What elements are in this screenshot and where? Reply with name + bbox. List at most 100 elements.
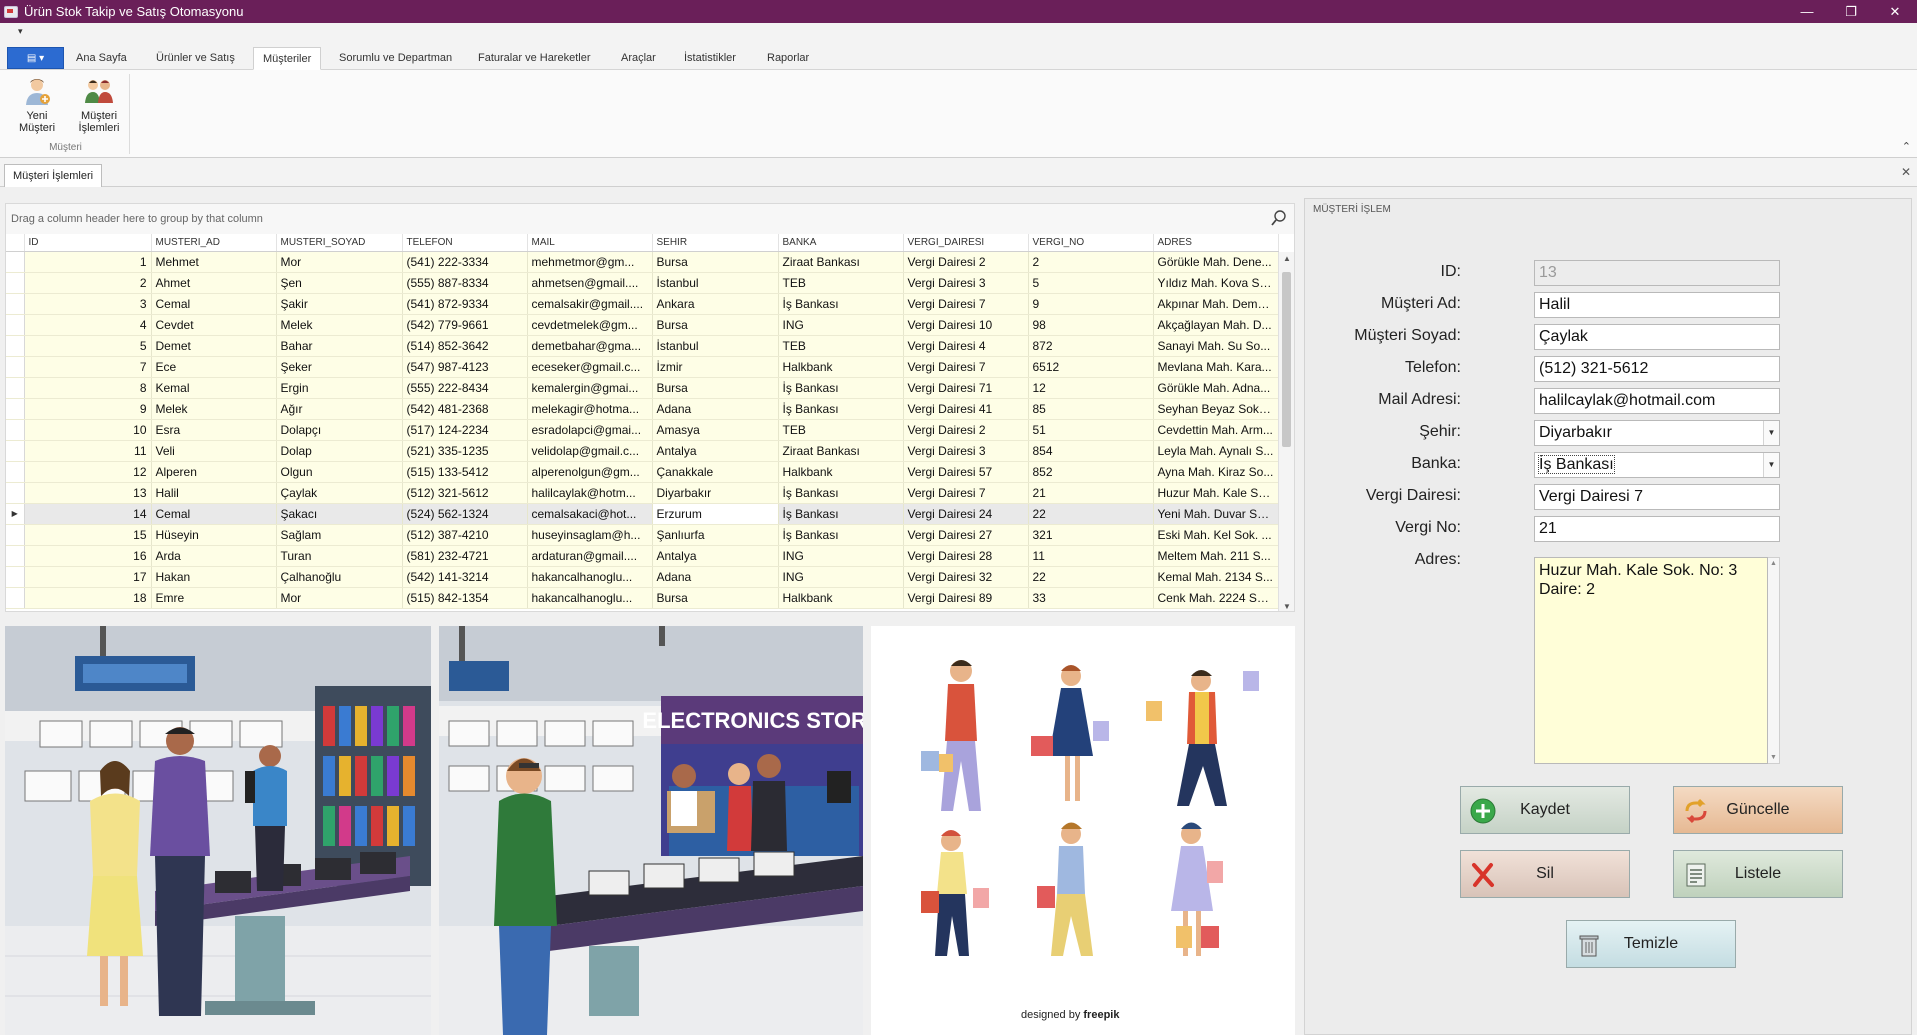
row-indicator[interactable]: [6, 377, 25, 399]
cell-telefon[interactable]: (542) 141-3214: [402, 566, 528, 588]
row-indicator[interactable]: [6, 314, 25, 336]
table-row[interactable]: ▶ 14 Cemal Şakacı (524) 562-1324 cemalsakaci@…: [6, 503, 1279, 525]
cell-adres[interactable]: Sanayi Mah. Su So...: [1153, 335, 1279, 357]
telefon-field[interactable]: (512) 321-5612: [1534, 356, 1780, 382]
cell-adres[interactable]: Leyla Mah. Aynalı S...: [1153, 440, 1279, 462]
cell-vergi-no[interactable]: 9: [1028, 293, 1154, 315]
cell-vergi-no[interactable]: 854: [1028, 440, 1154, 462]
cell-adres[interactable]: Meltem Mah. 211 S...: [1153, 545, 1279, 567]
ribbon-collapse-icon[interactable]: ⌃: [1902, 140, 1911, 153]
cell-sehir[interactable]: İstanbul: [652, 272, 779, 294]
cell-sehir[interactable]: Şanlıurfa: [652, 524, 779, 546]
cell-mail[interactable]: alperenolgun@gm...: [527, 461, 653, 483]
cell-vergi-dairesi[interactable]: Vergi Dairesi 4: [903, 335, 1029, 357]
tab-araclar[interactable]: Araçlar: [612, 47, 665, 70]
cell-mail[interactable]: cevdetmelek@gm...: [527, 314, 653, 336]
cell-musteri-soyad[interactable]: Şakacı: [276, 503, 403, 525]
cell-id[interactable]: 12: [24, 461, 152, 483]
cell-adres[interactable]: Cenk Mah. 2224 So...: [1153, 587, 1279, 609]
cell-musteri-ad[interactable]: Alperen: [151, 461, 277, 483]
cell-musteri-ad[interactable]: Melek: [151, 398, 277, 420]
tab-ana-sayfa[interactable]: Ana Sayfa: [67, 47, 136, 70]
row-indicator[interactable]: [6, 272, 25, 294]
table-row[interactable]: 15 Hüseyin Sağlam (512) 387-4210 huseyinsagl…: [6, 524, 1279, 546]
cell-banka[interactable]: TEB: [778, 335, 904, 357]
grid-vertical-scrollbar[interactable]: ▲ ▼: [1278, 252, 1294, 611]
column-header-telefon[interactable]: TELEFON: [402, 234, 528, 252]
cell-telefon[interactable]: (514) 852-3642: [402, 335, 528, 357]
cell-mail[interactable]: halilcaylak@hotm...: [527, 482, 653, 504]
cell-telefon[interactable]: (581) 232-4721: [402, 545, 528, 567]
row-indicator[interactable]: [6, 293, 25, 315]
sil-button[interactable]: Sil: [1460, 850, 1630, 898]
cell-banka[interactable]: İş Bankası: [778, 293, 904, 315]
cell-adres[interactable]: Yıldız Mah. Kova So...: [1153, 272, 1279, 294]
cell-sehir[interactable]: İstanbul: [652, 335, 779, 357]
table-row[interactable]: 16 Arda Turan (581) 232-4721 ardaturan@gmail…: [6, 545, 1279, 567]
cell-sehir[interactable]: Ankara: [652, 293, 779, 315]
cell-musteri-ad[interactable]: Ece: [151, 356, 277, 378]
cell-id[interactable]: 18: [24, 587, 152, 609]
cell-vergi-no[interactable]: 2: [1028, 251, 1154, 273]
cell-id[interactable]: 9: [24, 398, 152, 420]
row-indicator[interactable]: [6, 461, 25, 483]
cell-banka[interactable]: TEB: [778, 419, 904, 441]
cell-musteri-ad[interactable]: Ahmet: [151, 272, 277, 294]
cell-id[interactable]: 13: [24, 482, 152, 504]
cell-banka[interactable]: İş Bankası: [778, 377, 904, 399]
musteri-ad-field[interactable]: Halil: [1534, 292, 1780, 318]
row-indicator[interactable]: [6, 398, 25, 420]
cell-mail[interactable]: mehmetmor@gm...: [527, 251, 653, 273]
cell-adres[interactable]: Mevlana Mah. Kara...: [1153, 356, 1279, 378]
row-indicator[interactable]: [6, 356, 25, 378]
cell-telefon[interactable]: (541) 872-9334: [402, 293, 528, 315]
row-indicator[interactable]: ▶: [6, 503, 25, 525]
cell-telefon[interactable]: (542) 779-9661: [402, 314, 528, 336]
banka-dropdown-arrow-icon[interactable]: ▼: [1763, 453, 1779, 477]
cell-banka[interactable]: İş Bankası: [778, 524, 904, 546]
cell-banka[interactable]: Ziraat Bankası: [778, 440, 904, 462]
minimize-icon[interactable]: —: [1785, 0, 1829, 23]
new-customer-button[interactable]: Yeni Müşteri: [7, 76, 67, 134]
cell-musteri-soyad[interactable]: Ergin: [276, 377, 403, 399]
column-header-vergi-dairesi[interactable]: VERGI_DAIRESI: [903, 234, 1029, 252]
cell-vergi-no[interactable]: 321: [1028, 524, 1154, 546]
cell-musteri-soyad[interactable]: Melek: [276, 314, 403, 336]
cell-vergi-no[interactable]: 6512: [1028, 356, 1154, 378]
cell-telefon[interactable]: (555) 222-8434: [402, 377, 528, 399]
cell-mail[interactable]: hakancalhanoglu...: [527, 566, 653, 588]
column-header-musteri-ad[interactable]: MUSTERI_AD: [151, 234, 277, 252]
cell-id[interactable]: 4: [24, 314, 152, 336]
scroll-down-icon[interactable]: ▼: [1279, 602, 1294, 611]
column-header-id[interactable]: ID: [24, 234, 152, 252]
cell-vergi-no[interactable]: 11: [1028, 545, 1154, 567]
scroll-thumb[interactable]: [1282, 272, 1291, 447]
cell-id[interactable]: 5: [24, 335, 152, 357]
cell-id[interactable]: 17: [24, 566, 152, 588]
table-row[interactable]: 10 Esra Dolapçı (517) 124-2234 esradolapci@g…: [6, 419, 1279, 441]
quick-access-dropdown-icon[interactable]: ▾: [18, 26, 23, 37]
temizle-button[interactable]: Temizle: [1566, 920, 1736, 968]
cell-sehir[interactable]: Bursa: [652, 314, 779, 336]
cell-musteri-ad[interactable]: Cemal: [151, 293, 277, 315]
cell-vergi-no[interactable]: 5: [1028, 272, 1154, 294]
cell-adres[interactable]: Huzur Mah. Kale Sok...: [1153, 482, 1279, 504]
cell-musteri-ad[interactable]: Hakan: [151, 566, 277, 588]
cell-musteri-soyad[interactable]: Turan: [276, 545, 403, 567]
cell-mail[interactable]: demetbahar@gma...: [527, 335, 653, 357]
cell-sehir[interactable]: Bursa: [652, 377, 779, 399]
cell-mail[interactable]: kemalergin@gmai...: [527, 377, 653, 399]
table-row[interactable]: 13 Halil Çaylak (512) 321-5612 halilcaylak@h…: [6, 482, 1279, 504]
table-row[interactable]: 18 Emre Mor (515) 842-1354 hakancalhanoglu..…: [6, 587, 1279, 609]
musteri-soyad-field[interactable]: Çaylak: [1534, 324, 1780, 350]
guncelle-button[interactable]: Güncelle: [1673, 786, 1843, 834]
table-row[interactable]: 11 Veli Dolap (521) 335-1235 velidolap@gmail…: [6, 440, 1279, 462]
cell-adres[interactable]: Akçağlayan Mah. D...: [1153, 314, 1279, 336]
row-indicator[interactable]: [6, 545, 25, 567]
tab-sorumlu-ve-departman[interactable]: Sorumlu ve Departman: [330, 47, 461, 70]
cell-telefon[interactable]: (542) 481-2368: [402, 398, 528, 420]
adres-scrollbar[interactable]: ▲ ▼: [1768, 557, 1780, 764]
cell-vergi-no[interactable]: 33: [1028, 587, 1154, 609]
cell-adres[interactable]: Görükle Mah. Adna...: [1153, 377, 1279, 399]
adres-scroll-down-icon[interactable]: ▼: [1768, 754, 1779, 761]
